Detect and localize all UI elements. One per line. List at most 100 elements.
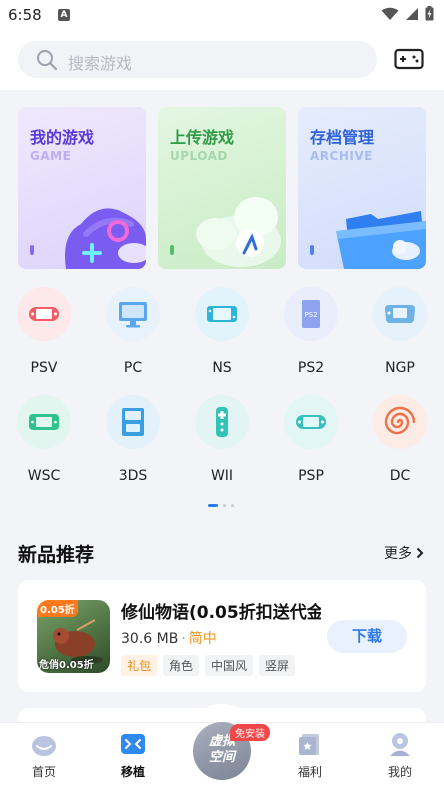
download-button[interactable]: 下载 <box>327 620 407 653</box>
platform-ngp[interactable]: NGP <box>370 287 430 387</box>
platform-label: WSC <box>27 468 61 484</box>
game-language: 简中 <box>188 631 217 647</box>
wifi-icon <box>381 7 399 20</box>
platform-icon-bg <box>106 395 160 449</box>
battery-icon <box>425 6 434 21</box>
page-indicator <box>0 504 444 510</box>
platform-dc[interactable]: DC <box>370 395 430 495</box>
header: 搜索游戏 <box>0 30 444 90</box>
profile-icon <box>390 733 410 756</box>
platform-icon-bg <box>284 395 338 449</box>
status-time: 6:58 <box>8 6 42 24</box>
psp-icon <box>296 415 326 429</box>
my-games-card[interactable]: 我的游戏 GAME <box>18 107 146 269</box>
archive-manage-card[interactable]: 存档管理 ARCHIVE <box>298 107 426 269</box>
section-title: 新品推荐 <box>18 544 95 566</box>
game-tag: 竖屏 <box>259 655 296 676</box>
folder-cloud-icon <box>336 211 426 269</box>
ngp-icon <box>385 305 415 323</box>
discount-tag: 0.05折 <box>37 600 78 617</box>
platform-label: PSV <box>30 360 58 376</box>
platform-label: NS <box>212 360 232 376</box>
psvita-icon <box>29 307 59 321</box>
search-bar[interactable]: 搜索游戏 <box>18 41 377 78</box>
platform-icon-bg <box>17 395 71 449</box>
platform-icon-bg <box>195 395 249 449</box>
card-title: 我的游戏 <box>30 128 95 147</box>
dreamcast-icon <box>384 406 416 435</box>
card-indicator <box>310 245 314 255</box>
platform-icon-bg <box>373 395 427 449</box>
platform-psv[interactable]: PSV <box>14 287 74 387</box>
platform-label: NGP <box>385 360 415 376</box>
page-dot <box>231 504 234 507</box>
game-tag: 礼包 <box>121 655 158 676</box>
card-indicator <box>170 245 174 255</box>
gamepad-icon[interactable] <box>394 46 424 72</box>
switch-icon <box>207 306 237 322</box>
cover-caption: 危俏0.05折 <box>39 660 94 671</box>
tab-mine[interactable]: 我的 <box>370 731 430 780</box>
platform-label: 3DS <box>118 468 148 484</box>
tab-port[interactable]: 移植 <box>103 731 163 780</box>
platform-icon-bg <box>17 287 71 341</box>
platform-wii[interactable]: WII <box>192 395 252 495</box>
3ds-icon <box>122 408 144 436</box>
no-install-badge: 免安装 <box>230 724 270 741</box>
platform-3ds[interactable]: 3DS <box>103 395 163 495</box>
game-cover[interactable]: 0.05折 危俏0.05折 <box>37 600 110 673</box>
page-dot-active <box>208 504 218 507</box>
platform-pc[interactable]: PC <box>103 287 163 387</box>
meta-separator: · <box>181 631 186 647</box>
card-title: 上传游戏 <box>170 128 235 147</box>
game-size: 30.6 MB <box>121 631 179 647</box>
game-title: 修仙物语(0.05折扣送代金 <box>121 603 321 623</box>
platform-label: PSP <box>298 468 324 484</box>
platform-psp[interactable]: PSP <box>281 395 341 495</box>
platform-icon-bg <box>373 287 427 341</box>
upload-game-card[interactable]: 上传游戏 UPLOAD <box>158 107 286 269</box>
search-icon <box>37 50 58 71</box>
search-placeholder: 搜索游戏 <box>68 54 133 73</box>
ps2-icon-text: PS2 <box>304 311 317 319</box>
game-tags: 礼包 角色 中国风 竖屏 <box>121 655 296 676</box>
game-meta: 30.6 MB · 简中 <box>121 628 217 648</box>
platform-wsc[interactable]: WSC <box>14 395 74 495</box>
platform-ps2[interactable]: PS2 PS2 <box>281 287 341 387</box>
more-label: 更多 <box>384 546 412 562</box>
port-icon <box>121 734 145 754</box>
game-card[interactable]: 0.05折 危俏0.05折 修仙物语(0.05折扣送代金 30.6 MB · 简中 … <box>18 580 426 692</box>
purple-gamepad-icon <box>65 208 146 269</box>
platform-ns[interactable]: NS <box>192 287 252 387</box>
page-dot <box>223 504 226 507</box>
platform-icon-bg <box>195 287 249 341</box>
chevron-right-icon <box>416 547 424 559</box>
tab-label: 首页 <box>31 765 56 779</box>
home-icon <box>32 736 56 756</box>
app-notification-icon: A <box>58 9 70 21</box>
card-indicator <box>30 245 34 255</box>
tab-label: 福利 <box>297 765 322 779</box>
monitor-icon <box>119 302 147 328</box>
card-title: 存档管理 <box>310 128 375 147</box>
card-subtitle: GAME <box>30 149 72 163</box>
signal-icon <box>406 7 418 20</box>
wonderswan-icon <box>29 414 59 430</box>
platform-icon-bg: PS2 <box>284 287 338 341</box>
tab-label: 我的 <box>387 765 412 779</box>
feature-cards: 我的游戏 GAME 上传游戏 UPLOAD 存档管理 ARCHIVE <box>18 107 426 269</box>
game-tag: 中国风 <box>205 655 254 676</box>
platform-label: PS2 <box>297 360 325 376</box>
card-subtitle: ARCHIVE <box>310 149 373 163</box>
tab-welfare[interactable]: 福利 <box>280 731 340 780</box>
tab-home[interactable]: 首页 <box>14 731 74 780</box>
platform-label: WII <box>210 468 234 484</box>
gift-card-icon <box>299 734 319 755</box>
wii-remote-icon <box>216 407 228 437</box>
more-link[interactable]: 更多 <box>384 543 424 563</box>
cloud-upload-icon <box>196 197 281 267</box>
game-tag: 角色 <box>163 655 200 676</box>
status-bar: 6:58 A <box>0 0 444 30</box>
tab-label: 移植 <box>120 765 145 779</box>
system-icons <box>381 6 434 21</box>
